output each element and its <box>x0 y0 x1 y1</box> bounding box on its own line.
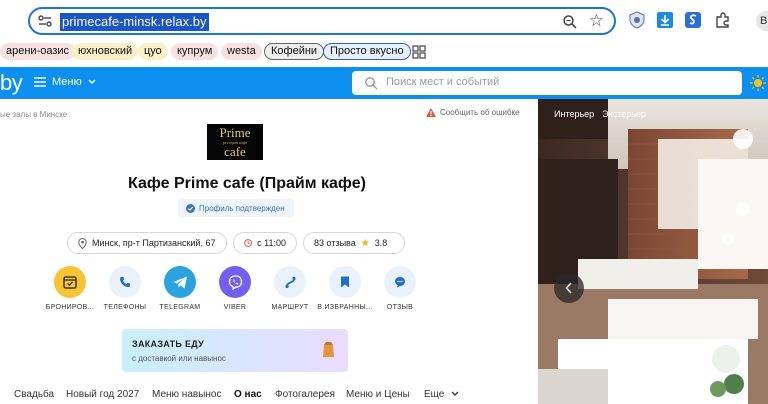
interior-photo <box>538 99 768 404</box>
bookmark-icon <box>341 276 349 288</box>
shield-extension-icon[interactable] <box>628 11 646 29</box>
bookmarks-bar: арени-оазис юхновский цуо купрум westa К… <box>0 41 768 63</box>
viber-label: VIBER <box>223 304 247 311</box>
tab-menu-prices[interactable]: Меню и Цены <box>346 389 410 400</box>
location-pin-icon <box>78 237 87 249</box>
browser-toolbar: primecafe-minsk.relax.by ☆ B <box>0 0 768 41</box>
viber-button[interactable]: VIBER <box>207 266 263 311</box>
chevron-down-icon <box>88 79 96 84</box>
address-pill[interactable]: Минск, пр-т Партизанский, 67 <box>67 232 227 254</box>
booking-button[interactable]: БРОНИРОВ... <box>42 266 98 311</box>
search-icon <box>365 77 378 90</box>
review-circle <box>384 266 416 298</box>
cafe-logo: Prime ресторан кафе cafe <box>207 124 263 160</box>
bookmark-item[interactable]: Кофейни <box>264 43 325 60</box>
search-placeholder: Поиск мест и событий <box>386 76 500 88</box>
bookmark-item[interactable]: westa <box>221 43 262 60</box>
photo-tab-interior[interactable]: Интерьер <box>554 109 594 119</box>
phones-button[interactable]: ТЕЛЕФОНЫ <box>97 266 153 311</box>
route-icon <box>284 276 296 288</box>
viber-circle <box>219 266 251 298</box>
site-logo[interactable]: by <box>0 71 23 95</box>
rating-star-icon: ★ <box>360 237 370 249</box>
phones-circle <box>109 266 141 298</box>
menu-label: Меню <box>52 76 82 88</box>
bookmark-item[interactable]: купрум <box>171 43 219 60</box>
photo-tab-exterior[interactable]: Экстерьер <box>602 109 646 119</box>
warning-icon <box>426 108 436 117</box>
order-food-heading: ЗАКАЗАТЬ ЕДУ <box>132 339 205 349</box>
route-button[interactable]: МАРШРУТ <box>262 266 318 311</box>
cafe-logo-line3: cafe <box>224 144 246 159</box>
download-extension-icon[interactable] <box>656 11 674 29</box>
address-text: Минск, пр-т Партизанский, 67 <box>92 238 216 248</box>
telegram-label: TELEGRAM <box>159 304 201 311</box>
tab-new-year[interactable]: Новый год 2027 <box>66 389 139 400</box>
review-button[interactable]: ОТЗЫВ <box>372 266 428 311</box>
report-error-label: Сообщить об ошибке <box>440 108 520 117</box>
paper-bag-icon <box>323 342 334 357</box>
telegram-icon <box>173 276 187 288</box>
photo-tabs: Интерьер Экстерьер <box>554 109 646 119</box>
tab-wedding[interactable]: Свадьба <box>14 389 54 400</box>
page-title: Кафе Prime cafe (Прайм кафе) <box>128 175 366 192</box>
phone-icon <box>120 277 130 287</box>
url-text[interactable]: primecafe-minsk.relax.by <box>60 13 209 31</box>
bookmark-item[interactable]: юхновский <box>72 43 139 60</box>
zoom-icon[interactable] <box>562 14 578 30</box>
chevron-left-icon <box>565 282 572 294</box>
bookmark-item[interactable]: арени-оазис <box>0 43 76 60</box>
cafe-logo-line1: Prime <box>219 125 251 140</box>
calendar-check-icon <box>63 276 77 289</box>
search-input[interactable]: Поиск мест и событий <box>352 71 742 95</box>
site-settings-icon[interactable] <box>38 15 52 27</box>
tab-more[interactable]: Еще <box>424 389 459 400</box>
site-header: by Меню Поиск мест и событий <box>0 67 768 99</box>
booking-circle <box>54 266 86 298</box>
viber-icon <box>228 274 242 290</box>
clock-icon <box>244 239 252 247</box>
reviews-pill[interactable]: 83 отзыва ★ 3.8 <box>303 232 405 254</box>
tab-takeaway-menu[interactable]: Меню навынос <box>152 389 221 400</box>
check-circle-icon <box>186 203 195 213</box>
order-food-subtitle: с доставкой или навынос <box>132 354 226 363</box>
order-food-banner[interactable]: ЗАКАЗАТЬ ЕДУ с доставкой или навынос <box>122 329 348 372</box>
rating-value: 3.8 <box>374 238 388 248</box>
photo-gallery[interactable]: Интерьер Экстерьер <box>538 99 768 404</box>
weather-sun-icon[interactable] <box>750 75 766 91</box>
chat-bubble-icon <box>395 277 405 288</box>
favorites-circle <box>329 266 361 298</box>
telegram-circle <box>164 266 196 298</box>
route-circle <box>274 266 306 298</box>
hours-text: с 11:00 <box>257 238 286 248</box>
s-extension-icon[interactable] <box>684 11 702 29</box>
breadcrumb[interactable]: ые залы в Минске <box>0 110 67 119</box>
tab-more-label: Еще <box>424 389 445 400</box>
apps-grid-icon[interactable] <box>412 45 426 59</box>
booking-label: БРОНИРОВ... <box>45 304 95 311</box>
extensions-puzzle-icon[interactable] <box>714 11 732 29</box>
hamburger-icon <box>34 77 46 87</box>
tab-about[interactable]: О нас <box>234 389 262 400</box>
chevron-down-icon <box>451 391 459 396</box>
report-error-link[interactable]: Сообщить об ошибке <box>426 108 520 117</box>
route-label: МАРШРУТ <box>271 304 309 311</box>
reviews-count: 83 отзыва <box>314 238 356 248</box>
favorites-label: В ИЗБРАННЫ... <box>317 304 373 311</box>
bookmark-item[interactable]: Просто вкусно <box>323 43 411 60</box>
bookmark-item[interactable]: цуо <box>138 43 168 60</box>
review-label: ОТЗЫВ <box>386 304 414 311</box>
menu-button[interactable]: Меню <box>34 76 96 88</box>
tab-gallery[interactable]: Фотогалерея <box>275 389 335 400</box>
photo-prev-button[interactable] <box>554 273 584 303</box>
profile-avatar[interactable]: B <box>756 11 768 31</box>
hours-pill[interactable]: с 11:00 <box>233 232 297 254</box>
phones-label: ТЕЛЕФОНЫ <box>103 304 147 311</box>
verified-badge: Профиль подтвержден <box>178 199 294 217</box>
verified-label: Профиль подтвержден <box>199 203 285 213</box>
favorites-button[interactable]: В ИЗБРАННЫ... <box>317 266 373 311</box>
bookmark-star-icon[interactable]: ☆ <box>589 12 604 30</box>
address-bar[interactable]: primecafe-minsk.relax.by ☆ <box>28 7 616 35</box>
telegram-button[interactable]: TELEGRAM <box>152 266 208 311</box>
